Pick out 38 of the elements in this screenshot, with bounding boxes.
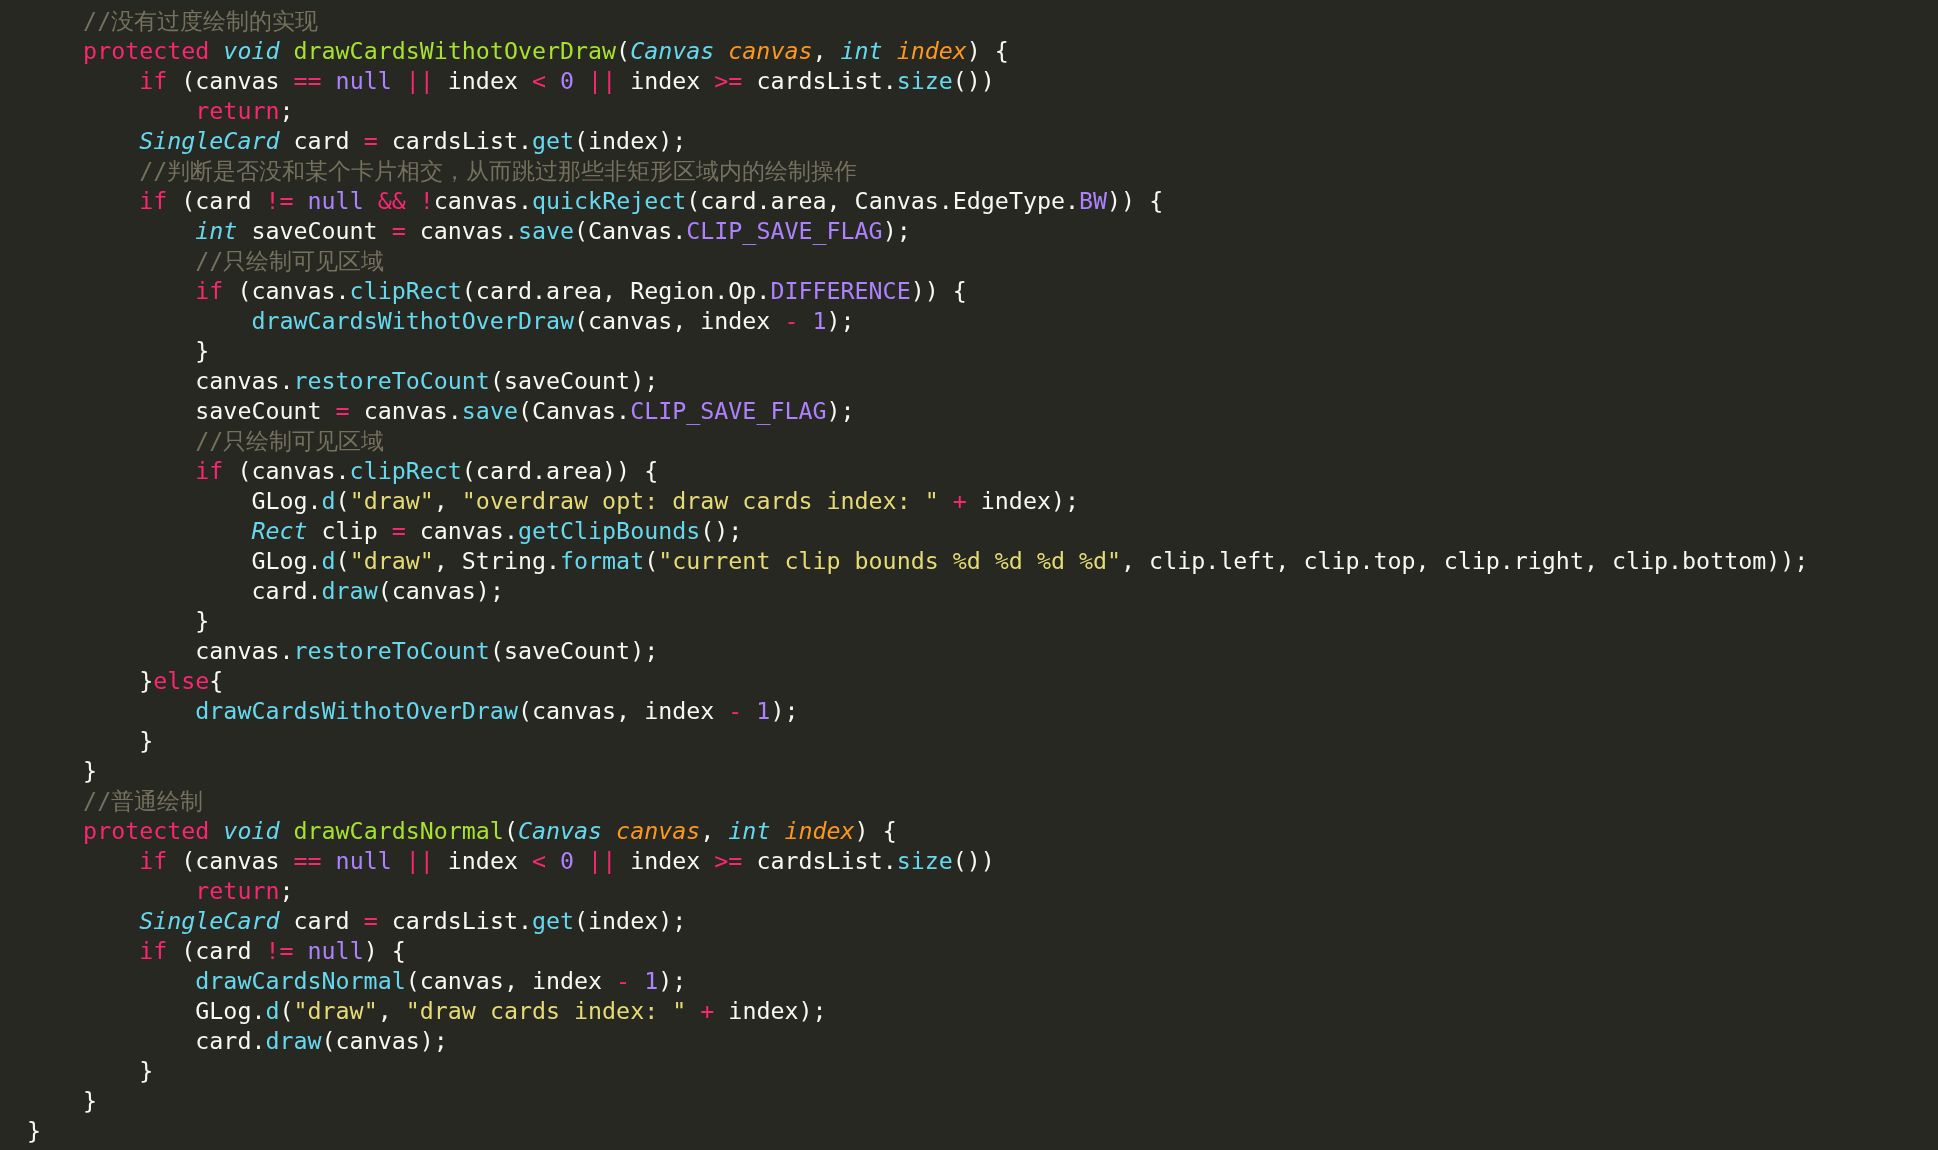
code-line: } [27,1117,42,1144]
code-line: } [139,1057,154,1084]
code-line: GLog.d("draw", "overdraw opt: draw cards index: " + index); [251,487,1079,514]
code-line: if (card != null) { [139,937,406,964]
code-line: drawCardsWithotOverDraw(canvas, index - 1); [251,307,855,334]
code-line: return; [195,97,294,124]
code-line: if (canvas == null || index < 0 || index >= cardsList.size()) [139,67,995,94]
code-line: SingleCard card = cardsList.get(index); [139,907,687,934]
code-line: //普通绘制 [83,787,204,814]
code-line: //判断是否没和某个卡片相交，从而跳过那些非矩形区域内的绘制操作 [139,157,858,184]
code-line: //只绘制可见区域 [195,427,385,454]
code-line: drawCardsWithotOverDraw(canvas, index - 1); [195,697,799,724]
code-line: protected void drawCardsWithotOverDraw(Canvas canvas, int index) { [83,37,1009,64]
code-line: canvas.restoreToCount(saveCount); [195,367,659,394]
code-line: GLog.d("draw", String.format("current clip bounds %d %d %d %d", clip.left, clip.top, clip.right, clip.bottom)); [251,547,1809,574]
code-line: saveCount = canvas.save(Canvas.CLIP_SAVE_FLAG); [195,397,855,424]
code-line: card.draw(canvas); [195,1027,448,1054]
code-line: } [83,1087,98,1114]
code-line: card.draw(canvas); [251,577,504,604]
code-line: drawCardsNormal(canvas, index - 1); [195,967,687,994]
code-line: } [195,607,210,634]
code-line: //没有过度绘制的实现 [83,7,319,34]
code-line: } [139,727,154,754]
code-line: Rect clip = canvas.getClipBounds(); [251,517,743,544]
code-line: } [195,337,210,364]
code-line: if (canvas.clipRect(card.area)) { [195,457,659,484]
code-line: SingleCard card = cardsList.get(index); [139,127,687,154]
code-line: if (canvas == null || index < 0 || index >= cardsList.size()) [139,847,995,874]
code-line: if (canvas.clipRect(card.area, Region.Op.DIFFERENCE)) { [195,277,967,304]
code-line: //只绘制可见区域 [195,247,385,274]
code-line: if (card != null && !canvas.quickReject(card.area, Canvas.EdgeType.BW)) { [139,187,1164,214]
code-line: return; [195,877,294,904]
code-line: GLog.d("draw", "draw cards index: " + index); [195,997,827,1024]
code-line: int saveCount = canvas.save(Canvas.CLIP_SAVE_FLAG); [195,217,911,244]
code-line: } [83,757,98,784]
code-line: }else{ [139,667,224,694]
code-line: protected void drawCardsNormal(Canvas canvas, int index) { [83,817,897,844]
code-line: canvas.restoreToCount(saveCount); [195,637,659,664]
